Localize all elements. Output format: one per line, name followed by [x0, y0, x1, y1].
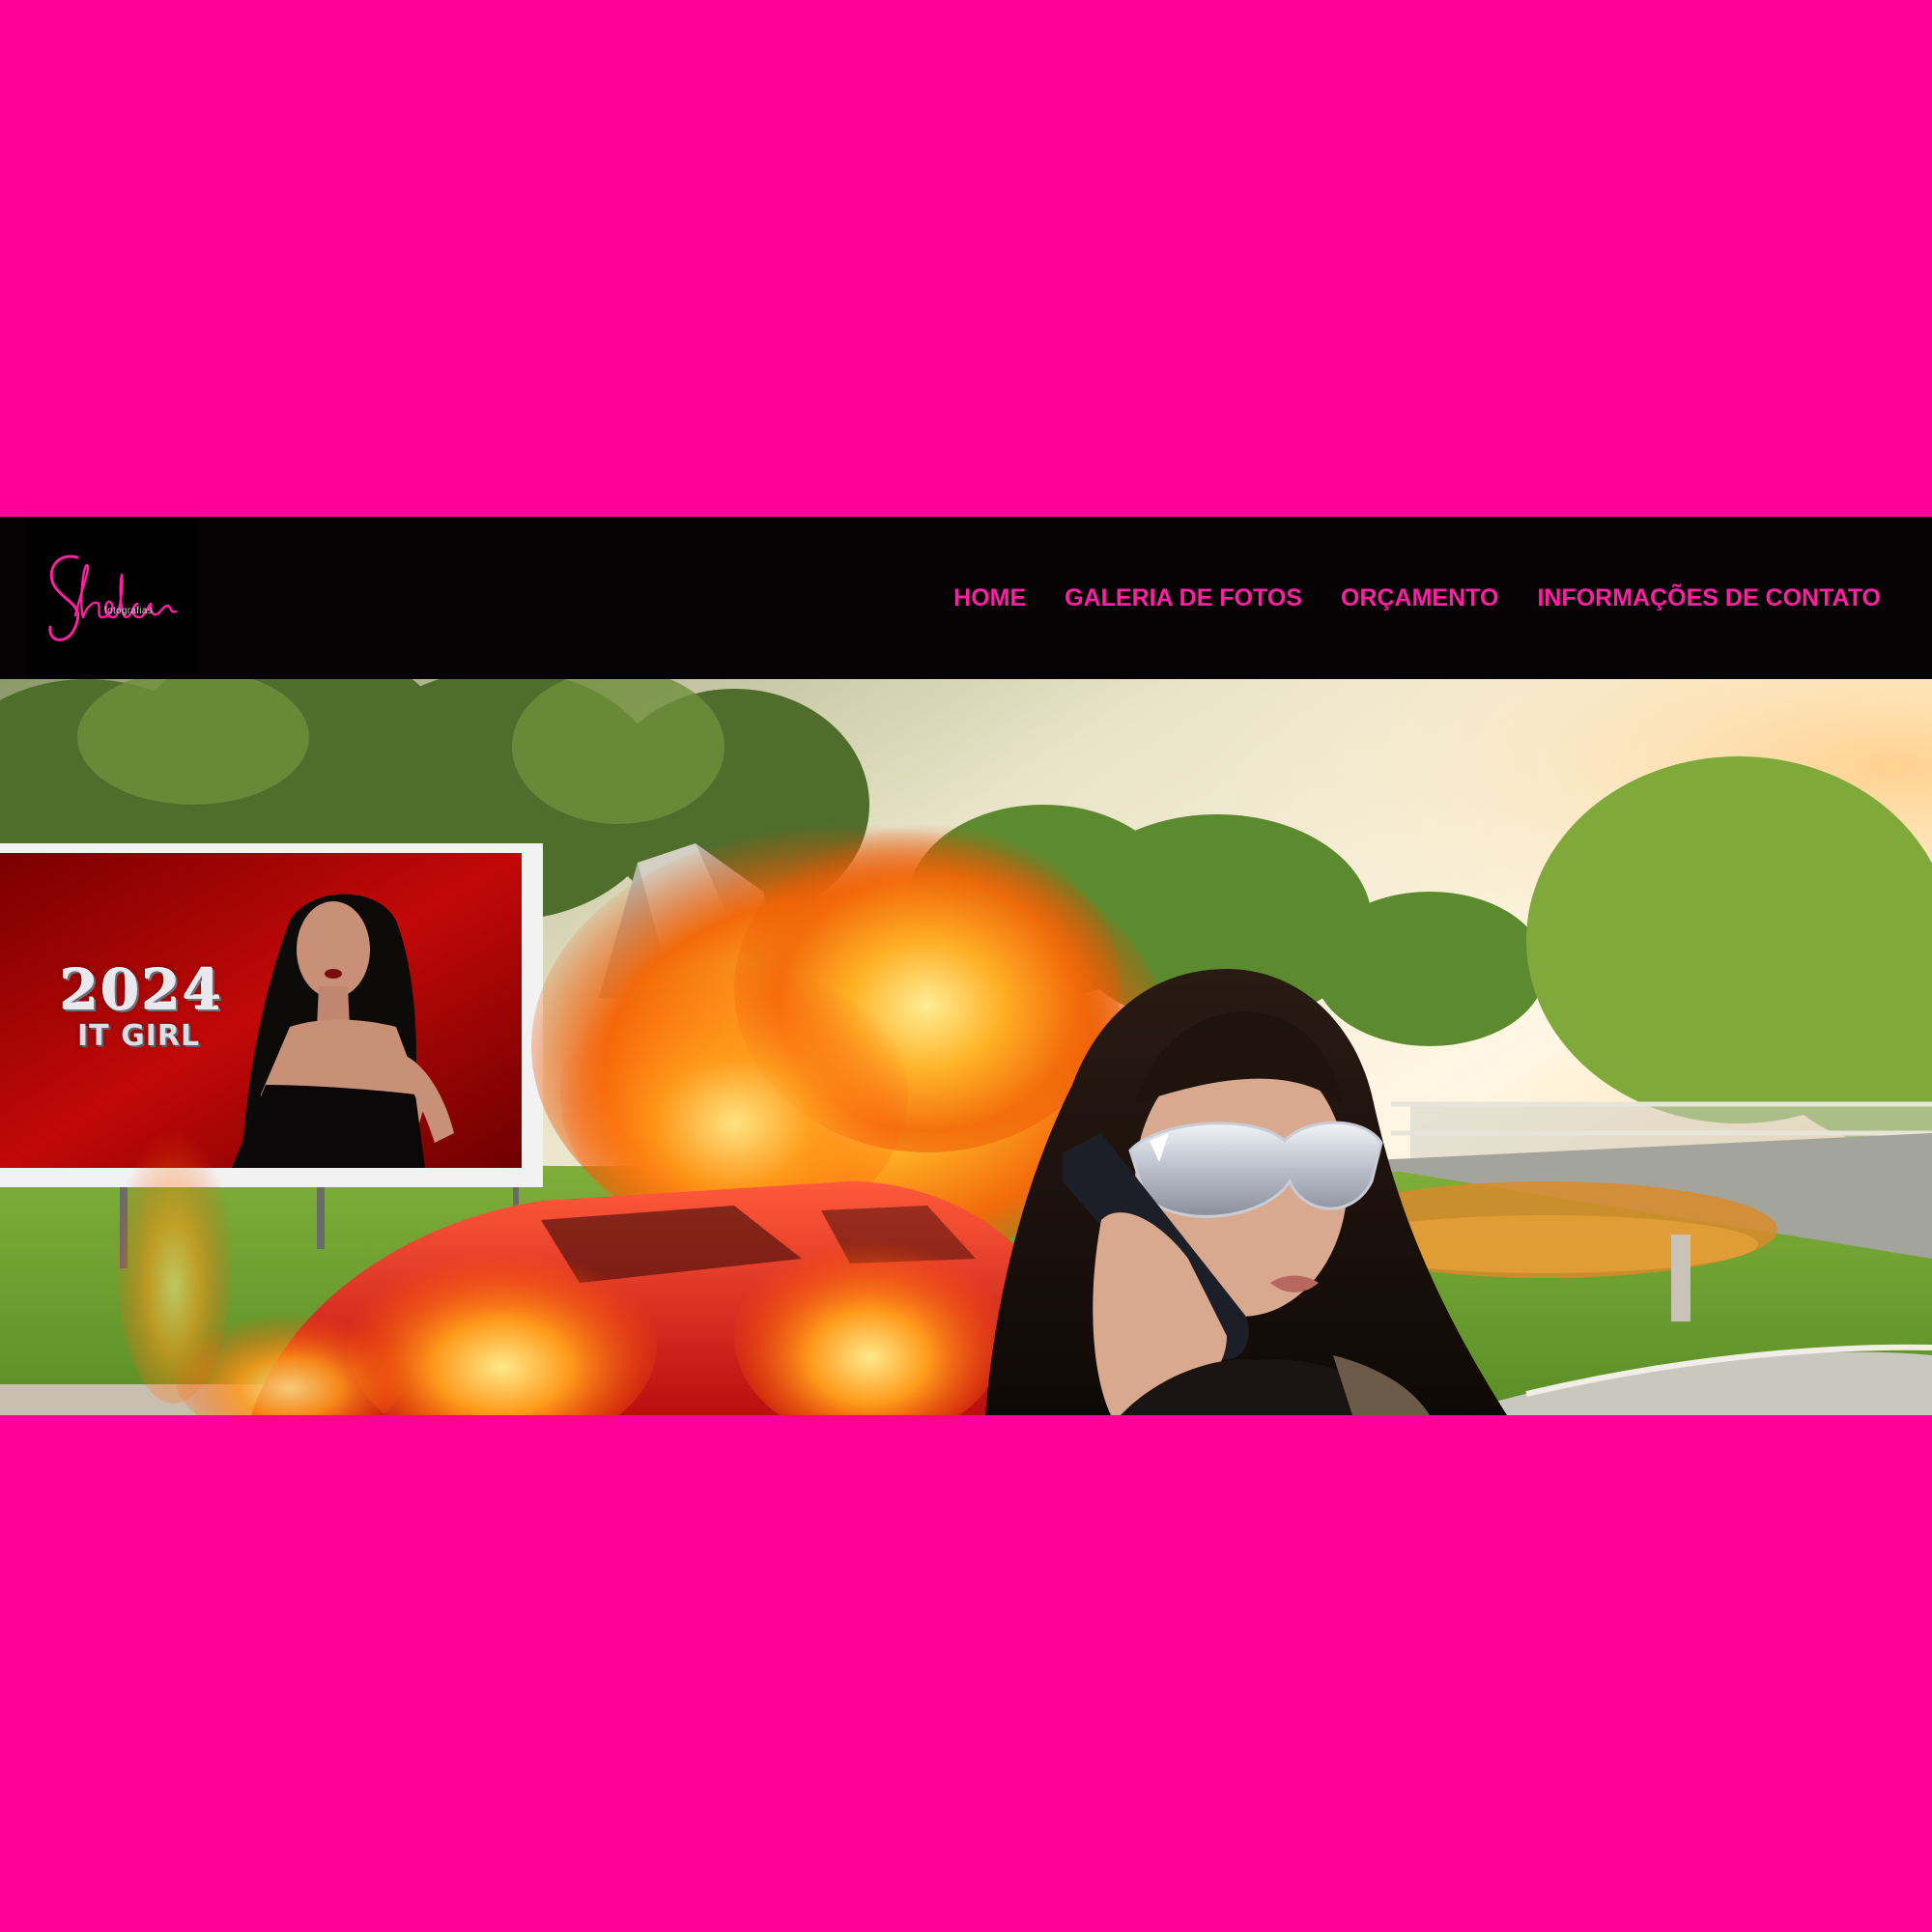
nav-contact-info[interactable]: INFORMAÇÕES DE CONTATO [1537, 584, 1881, 612]
hero-banner: 2024 IT GIRL [0, 679, 1932, 1415]
nav-photo-gallery[interactable]: GALERIA DE FOTOS [1065, 584, 1302, 612]
billboard-year: 2024 [60, 957, 224, 1023]
nav-home[interactable]: HOME [953, 584, 1026, 612]
logo-subtitle: fotografias [104, 606, 153, 616]
page: fotografias HOME GALERIA DE FOTOS ORÇAME… [0, 0, 1932, 1932]
hero-image [0, 679, 1932, 1415]
billboard-tagline: IT GIRL [77, 1019, 201, 1053]
logo-signature-icon [48, 554, 178, 641]
site-header: fotografias HOME GALERIA DE FOTOS ORÇAME… [0, 517, 1932, 679]
main-navigation: HOME GALERIA DE FOTOS ORÇAMENTO INFORMAÇ… [953, 517, 1881, 679]
site-logo[interactable]: fotografias [27, 517, 197, 675]
nav-quote[interactable]: ORÇAMENTO [1341, 584, 1498, 612]
